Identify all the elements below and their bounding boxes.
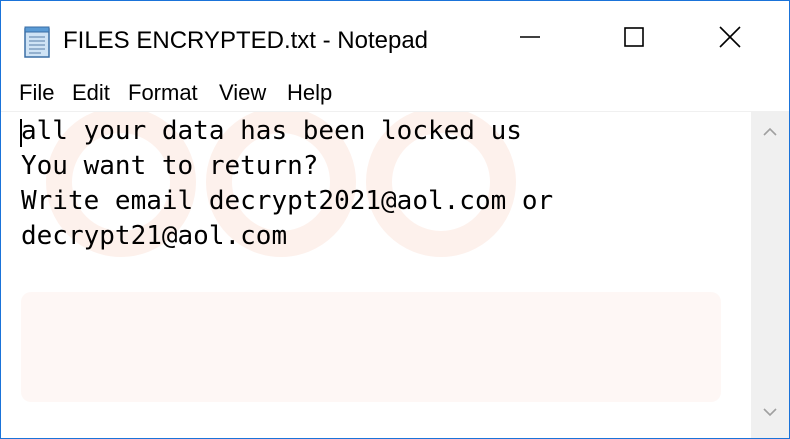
menu-help[interactable]: Help [287,80,332,106]
maximize-icon [622,25,646,54]
vertical-scrollbar[interactable] [751,112,789,438]
scroll-down-arrow-icon[interactable] [760,402,780,422]
minimize-button[interactable] [487,13,573,65]
menu-edit[interactable]: Edit [72,80,110,106]
close-button[interactable] [687,13,773,65]
text-line: Write email decrypt2021@aol.com or [21,186,554,216]
notepad-window: FILES ENCRYPTED.txt - Notepad File Edit … [0,0,790,439]
notepad-icon [23,25,53,59]
close-icon [718,25,742,54]
menu-file[interactable]: File [19,80,54,106]
window-title: FILES ENCRYPTED.txt - Notepad [63,27,429,54]
menu-bar: File Edit Format View Help [1,73,789,111]
menu-view[interactable]: View [219,80,266,106]
maximize-button[interactable] [591,13,677,65]
text-line: all your data has been locked us [21,116,522,146]
title-bar[interactable]: FILES ENCRYPTED.txt - Notepad [1,1,789,73]
minimize-icon [518,25,542,54]
document-text: all your data has been locked us You want… [21,114,553,254]
text-line: decrypt21@aol.com [21,221,288,251]
menu-format[interactable]: Format [128,80,198,106]
text-editor[interactable]: all your data has been locked us You want… [1,112,751,438]
scroll-up-arrow-icon[interactable] [760,122,780,142]
text-line: You want to return? [21,151,319,181]
